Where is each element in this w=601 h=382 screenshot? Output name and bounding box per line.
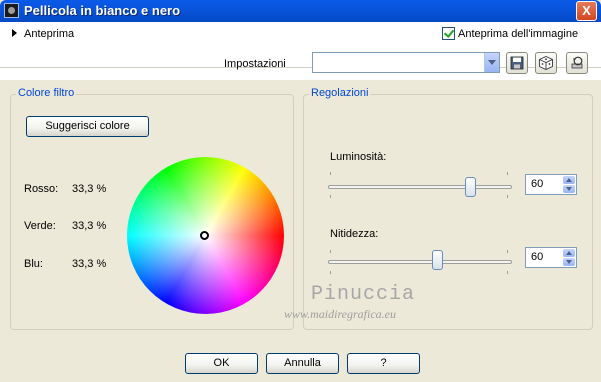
chevron-down-icon[interactable] [484, 53, 499, 72]
slider-tick [507, 271, 508, 274]
watermark-name: Pinuccia [311, 283, 416, 306]
camera-film-icon [4, 3, 19, 18]
slider-tick [507, 195, 508, 198]
slider-tick [330, 195, 331, 198]
settings-dropdown[interactable] [312, 52, 500, 73]
brightness-label: Luminosità: [330, 151, 387, 163]
sharpness-slider-thumb[interactable] [432, 250, 443, 270]
brightness-slider-thumb[interactable] [465, 177, 476, 197]
suggest-color-button[interactable]: Suggerisci colore [26, 116, 149, 137]
settings-label: Impostazioni [224, 58, 286, 70]
spin-up-icon[interactable] [563, 176, 575, 184]
blue-label: Blu: [24, 258, 43, 270]
slider-tick [330, 271, 331, 274]
brightness-value: 60 [531, 178, 544, 190]
brightness-spinner[interactable] [563, 176, 575, 193]
save-preset-button[interactable] [506, 52, 528, 74]
floppy-disk-icon [510, 56, 524, 70]
randomize-button[interactable] [535, 52, 557, 74]
red-label: Rosso: [24, 183, 59, 195]
brightness-input[interactable]: 60 [525, 174, 577, 195]
green-value: 33,3 % [72, 220, 107, 232]
slider-tick [507, 250, 508, 253]
image-preview-label[interactable]: Anteprima dell'immagine [458, 28, 578, 40]
spin-down-icon[interactable] [563, 185, 575, 193]
ok-button[interactable]: OK [185, 353, 258, 374]
preview-toggle-label[interactable]: Anteprima [24, 28, 74, 40]
window-title: Pellicola in bianco e nero [24, 3, 181, 18]
slider-tick [330, 250, 331, 253]
sharpness-value: 60 [531, 251, 544, 263]
cancel-button[interactable]: Annulla [266, 353, 339, 374]
blue-value: 33,3 % [72, 258, 107, 270]
reset-defaults-button[interactable] [566, 52, 588, 74]
slider-tick [507, 172, 508, 175]
sharpness-input[interactable]: 60 [525, 247, 577, 268]
expand-arrow-icon[interactable] [12, 29, 17, 37]
dialog-window: Pellicola in bianco e nero X Anteprima A… [0, 0, 601, 382]
sharpness-label: Nitidezza: [330, 228, 379, 240]
color-wheel-marker[interactable] [200, 231, 209, 240]
dice-icon [539, 56, 553, 70]
sharpness-slider-track[interactable] [328, 260, 512, 264]
reset-defaults-icon [571, 56, 583, 69]
image-preview-checkbox[interactable] [442, 27, 455, 40]
help-button[interactable]: ? [347, 353, 420, 374]
brightness-slider-track[interactable] [328, 185, 512, 189]
spin-down-icon[interactable] [563, 258, 575, 266]
green-label: Verde: [24, 220, 56, 232]
slider-tick [330, 172, 331, 175]
sharpness-spinner[interactable] [563, 249, 575, 266]
title-bar[interactable]: Pellicola in bianco e nero X [0, 0, 601, 22]
adjustments-group-title: Regolazioni [309, 87, 371, 99]
close-button[interactable]: X [576, 1, 597, 21]
watermark-url: www.maidiregrafica.eu [284, 307, 396, 321]
filter-color-group-title: Colore filtro [16, 87, 77, 99]
red-value: 33,3 % [72, 183, 107, 195]
spin-up-icon[interactable] [563, 249, 575, 257]
